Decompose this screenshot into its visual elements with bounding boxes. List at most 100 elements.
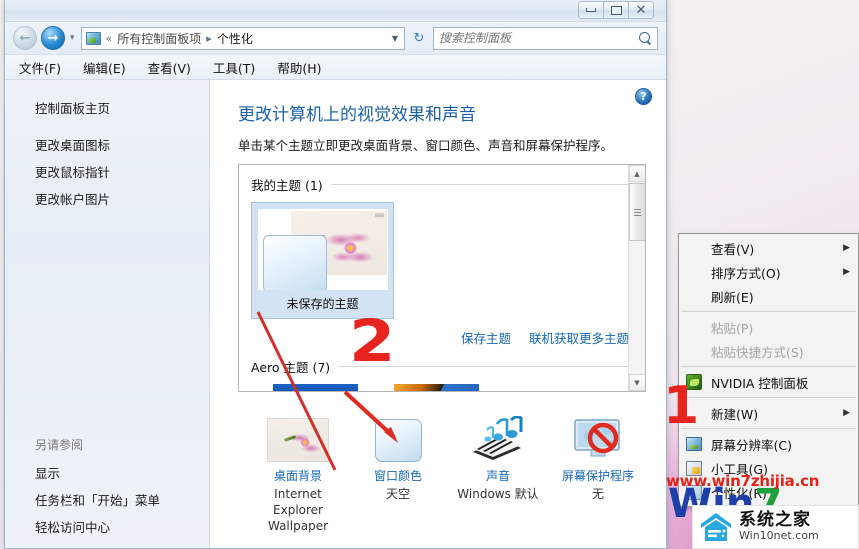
refresh-icon[interactable]: ↻	[409, 28, 429, 49]
menu-item-tools[interactable]: 工具(T)	[213, 58, 255, 77]
theme-list-scrollbar[interactable]: ▲ ▼	[628, 165, 645, 391]
setting-value-window-color: 天空	[385, 487, 410, 501]
scroll-down-button[interactable]: ▼	[628, 374, 645, 391]
setting-window-color[interactable]: 窗口颜色 天空	[348, 408, 448, 535]
nvidia-icon	[683, 373, 705, 391]
menu-item-view[interactable]: 查看(V)	[148, 58, 191, 77]
context-menu-label-new: 新建(W)	[711, 406, 759, 422]
breadcrumb-item-0[interactable]: 所有控制面板项	[117, 30, 201, 47]
setting-caption-screensaver[interactable]: 屏幕保护程序	[562, 467, 634, 484]
window-title-bar: ✕	[5, 0, 666, 22]
watermark-logo-text: 系统之家 Win10net.com	[739, 510, 819, 541]
settings-strip: 桌面背景 Internet Explorer Wallpaper 窗口颜色 天空	[248, 408, 650, 535]
context-menu-item-view[interactable]: 查看(V) ▶	[679, 236, 858, 260]
sidebar-item-ease-of-access-center[interactable]: 轻松访问中心	[5, 513, 209, 540]
context-menu-separator	[681, 428, 856, 429]
history-caret-icon[interactable]: ▾	[70, 33, 75, 43]
menu-bar: 文件(F) 编辑(E) 查看(V) 工具(T) 帮助(H)	[5, 55, 666, 80]
sounds-icon	[467, 408, 529, 462]
group-header-aero-themes: Aero 主题 (7)	[251, 357, 633, 376]
maximize-button[interactable]	[603, 1, 629, 19]
sidebar-item-change-account-picture[interactable]: 更改帐户图片	[5, 185, 209, 212]
back-arrow-icon[interactable]: ←	[13, 26, 37, 50]
theme-tile-unsaved[interactable]: 未保存的主题	[251, 202, 394, 319]
chevron-down-icon[interactable]: ▼	[392, 34, 400, 43]
breadcrumb-item-1[interactable]: 个性化	[217, 30, 253, 47]
screensaver-icon	[567, 408, 629, 462]
close-button[interactable]: ✕	[628, 1, 654, 19]
see-also-heading: 另请参阅	[35, 438, 84, 452]
sidebar-item-control-panel-home[interactable]: 控制面板主页	[5, 94, 209, 121]
menu-item-file[interactable]: 文件(F)	[19, 58, 61, 77]
watermark-logo: 系统之家 Win10net.com	[692, 505, 859, 549]
context-menu-item-sort-by[interactable]: 排序方式(O) ▶	[679, 260, 858, 284]
search-box[interactable]	[433, 26, 658, 50]
search-input[interactable]	[439, 31, 639, 45]
theme-window-preview	[262, 235, 327, 290]
setting-caption-desktop-background[interactable]: 桌面背景	[274, 467, 322, 484]
context-menu-label-view: 查看(V)	[711, 241, 755, 257]
menu-item-help[interactable]: 帮助(H)	[277, 58, 321, 77]
context-menu-item-paste: 粘贴(P)	[679, 315, 858, 339]
help-icon[interactable]: ?	[635, 88, 652, 105]
chevron-right-icon: ▶	[843, 267, 850, 277]
sidebar-item-change-mouse-pointers[interactable]: 更改鼠标指针	[5, 158, 209, 185]
group-label-my-themes: 我的主题 (1)	[251, 178, 323, 193]
search-icon	[639, 31, 652, 45]
page-title: 更改计算机上的视觉效果和声音	[238, 105, 476, 125]
theme-actions: 保存主题 联机获取更多主题	[251, 328, 633, 347]
setting-screensaver[interactable]: 屏幕保护程序 无	[548, 408, 648, 535]
breadcrumb-separator-icon: ▸	[206, 31, 212, 45]
setting-caption-sounds[interactable]: 声音	[486, 467, 510, 484]
theme-tile-label: 未保存的主题	[286, 297, 359, 311]
context-menu-icon-blank	[683, 287, 705, 305]
forward-arrow-icon[interactable]: →	[41, 26, 65, 50]
context-menu-icon-blank	[683, 342, 705, 360]
chevron-right-icon: ▶	[843, 243, 850, 253]
setting-desktop-background[interactable]: 桌面背景 Internet Explorer Wallpaper	[248, 408, 348, 535]
page-subtitle: 单击某个主题立即更改桌面背景、窗口颜色、声音和屏幕保护程序。	[238, 138, 614, 153]
setting-caption-window-color[interactable]: 窗口颜色	[374, 467, 422, 484]
context-menu-label-paste: 粘贴(P)	[711, 320, 754, 336]
save-theme-link[interactable]: 保存主题	[461, 328, 511, 347]
window-body: 控制面板主页 更改桌面图标 更改鼠标指针 更改帐户图片 另请参阅 显示 任务栏和…	[5, 80, 666, 548]
aero-theme-tile-2[interactable]	[394, 384, 479, 391]
scrollbar-thumb[interactable]	[629, 183, 645, 241]
scroll-up-button[interactable]: ▲	[628, 165, 645, 182]
house-logo-icon	[699, 510, 733, 544]
watermark-url: www.win7zhijia.cn	[666, 472, 820, 490]
menu-item-edit[interactable]: 编辑(E)	[83, 58, 126, 77]
context-menu-item-screen-resolution[interactable]: 屏幕分辨率(C)	[679, 432, 858, 456]
sidebar-item-change-desktop-icons[interactable]: 更改桌面图标	[5, 131, 209, 158]
aero-theme-tile-1[interactable]	[273, 384, 358, 391]
context-menu-separator	[681, 397, 856, 398]
sidebar-item-display[interactable]: 显示	[5, 459, 209, 486]
group-rule-aero	[338, 366, 633, 367]
control-panel-window: ✕ ← → ▾ « 所有控制面板项 ▸ 个性化 ▼ ↻ 文件(F) 编辑(E) …	[4, 0, 667, 549]
context-menu-item-paste-shortcut: 粘贴快捷方式(S)	[679, 339, 858, 363]
setting-sounds[interactable]: 声音 Windows 默认	[448, 408, 548, 535]
chevron-right-icon: ▶	[843, 408, 850, 418]
group-rule	[330, 184, 633, 185]
get-more-themes-online-link[interactable]: 联机获取更多主题	[529, 328, 629, 347]
context-menu-icon-blank	[683, 318, 705, 336]
sidebar-item-taskbar-start-menu[interactable]: 任务栏和「开始」菜单	[5, 486, 209, 513]
context-menu-label-nvidia: NVIDIA 控制面板	[711, 375, 809, 391]
setting-value-desktop-background: Internet Explorer Wallpaper	[267, 487, 329, 534]
theme-badge-icon	[374, 213, 384, 217]
minimize-button[interactable]	[578, 1, 604, 19]
desktop-background-icon	[267, 408, 329, 462]
context-menu-item-new[interactable]: 新建(W) ▶	[679, 401, 858, 425]
aero-theme-thumbnails	[251, 384, 633, 391]
sounds-icon-svg	[473, 416, 523, 460]
breadcrumb[interactable]: « 所有控制面板项 ▸ 个性化 ▼	[80, 26, 405, 50]
setting-value-sounds: Windows 默认	[457, 487, 539, 501]
context-menu-label-refresh: 刷新(E)	[711, 289, 754, 305]
watermark-logo-title: 系统之家	[739, 510, 811, 531]
context-menu-item-nvidia-control-panel[interactable]: NVIDIA 控制面板	[679, 370, 858, 394]
theme-thumbnail	[257, 209, 388, 290]
context-menu-item-refresh[interactable]: 刷新(E)	[679, 284, 858, 308]
context-menu-label-paste-shortcut: 粘贴快捷方式(S)	[711, 344, 804, 360]
scrollbar-grip-icon	[634, 208, 641, 216]
